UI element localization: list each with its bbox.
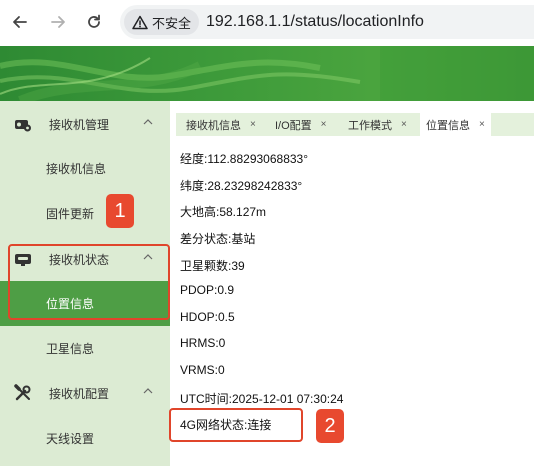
receiver-icon (15, 120, 31, 132)
sidebar-item-label: 天线设置 (46, 432, 95, 446)
tab-receiver-info[interactable]: 接收机信息 × (186, 113, 256, 136)
header-banner (0, 46, 534, 101)
pdop-value: PDOP:0.9 (180, 283, 235, 297)
differential-status-value: 差分状态:基站 (180, 232, 256, 246)
annotation-badge-1: 1 (106, 194, 134, 228)
sidebar-group-label: 接收机配置 (49, 386, 110, 401)
close-icon[interactable]: × (401, 119, 407, 130)
banner-wave-graphic (0, 46, 534, 101)
tab-label: 工作模式 (348, 119, 392, 132)
sidebar-item-firmware-update[interactable]: 固件更新 (0, 191, 170, 236)
latitude-value: 纬度:28.23298242833° (180, 179, 303, 193)
tab-label: I/O配置 (275, 119, 312, 132)
chevron-up-icon (143, 119, 153, 125)
sidebar-group-receiver-config[interactable]: 接收机配置 (0, 371, 170, 415)
warning-icon (132, 15, 148, 29)
satellite-count-value: 卫星颗数:39 (180, 259, 245, 273)
browser-toolbar: 不安全 192.168.1.1/status/locationInfo (0, 0, 534, 46)
forward-button[interactable] (44, 8, 72, 36)
arrow-right-icon (51, 16, 65, 28)
sidebar-item-antenna-settings[interactable]: 天线设置 (0, 416, 170, 461)
highlight-box-2 (169, 408, 303, 442)
sidebar-item-receiver-info[interactable]: 接收机信息 (0, 146, 170, 191)
tab-label: 位置信息 (426, 119, 470, 132)
reload-icon (88, 14, 100, 28)
ellipsoid-height-value: 大地高:58.127m (180, 205, 267, 219)
highlight-box-1 (8, 244, 170, 320)
security-label: 不安全 (152, 15, 192, 31)
tab-label: 接收机信息 (186, 119, 241, 132)
tab-work-mode[interactable]: 工作模式 × (348, 113, 407, 136)
tab-location-info[interactable]: 位置信息 × (420, 113, 491, 136)
hrms-value: HRMS:0 (180, 336, 226, 350)
sidebar-item-label: 固件更新 (46, 207, 95, 221)
address-bar[interactable]: 不安全 192.168.1.1/status/locationInfo (120, 5, 534, 39)
close-icon[interactable]: × (321, 119, 327, 130)
close-icon[interactable]: × (250, 119, 256, 130)
sidebar-item-satellite-info[interactable]: 卫星信息 (0, 326, 170, 371)
vrms-value: VRMS:0 (180, 363, 225, 377)
annotation-badge-2: 2 (316, 409, 344, 443)
longitude-value: 经度:112.88293068833° (180, 152, 309, 166)
tab-io-config[interactable]: I/O配置 × (275, 113, 327, 136)
security-indicator[interactable]: 不安全 (124, 9, 200, 35)
sidebar-item-label: 接收机信息 (46, 162, 107, 176)
close-icon[interactable]: × (479, 119, 485, 130)
utc-time-value: UTC时间:2025-12-01 07:30:24 (180, 392, 344, 406)
url-text[interactable]: 192.168.1.1/status/locationInfo (206, 5, 424, 39)
reload-button[interactable] (80, 8, 108, 36)
sidebar-item-label: 卫星信息 (46, 342, 95, 356)
sidebar-group-label: 接收机管理 (49, 117, 110, 132)
back-button[interactable] (6, 8, 34, 36)
chevron-up-icon (143, 388, 153, 394)
arrow-left-icon (13, 16, 27, 28)
tools-icon (14, 384, 31, 401)
hdop-value: HDOP:0.5 (180, 310, 235, 324)
sidebar-group-receiver-management[interactable]: 接收机管理 (0, 102, 170, 146)
tab-bar: 接收机信息 × I/O配置 × 工作模式 × 位置信息 × (170, 101, 534, 136)
